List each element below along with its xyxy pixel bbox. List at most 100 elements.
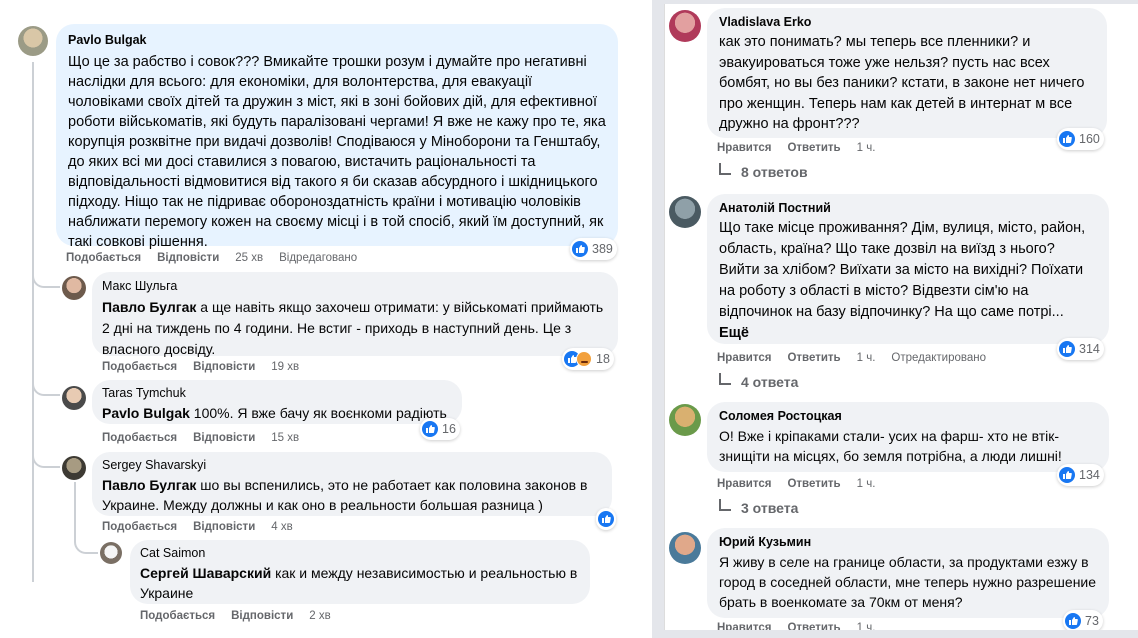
comment-bubble: Макс Шульга Павло Булгак а ще навіть якщ… [92,272,618,357]
timestamp[interactable]: 2 хв [309,610,330,622]
avatar[interactable] [62,386,86,410]
comment-author[interactable]: Юрий Кузьмин [719,534,1097,550]
right-comments-panel: Vladislava Erko как это понимать? мы теп… [664,4,1138,630]
comment-author[interactable]: Cat Saimon [140,545,580,561]
like-button[interactable]: Нравится [717,352,771,364]
timestamp[interactable]: 1 ч. [857,142,876,154]
like-button[interactable]: Подобається [102,432,177,444]
comment-author[interactable]: Vladislava Erko [719,14,1095,30]
comment-body: 100%. Я вже бачу як воєнкоми радіють [189,405,447,421]
comment-actions: Подобається Відповісти 25 хв Відредагова… [66,252,373,264]
comment-text: Pavlo Bulgak 100%. Я вже бачу як воєнком… [102,403,452,423]
thread-elbow [32,372,60,396]
reply-arrow-icon [719,373,731,385]
like-icon [1065,613,1081,629]
reply-maks-shulga: Макс Шульга Павло Булгак а ще навіть якщ… [0,262,652,380]
reaction-count[interactable]: 16 [420,418,460,440]
reply-cat-saimon: Cat Saimon Сергей Шаварский как и между … [0,536,652,638]
mention-link[interactable]: Сергей Шаварский [140,565,271,581]
replies-count: 8 ответов [741,164,808,180]
edited-label[interactable]: Відредаговано [279,252,357,264]
like-button[interactable]: Нравится [717,622,771,630]
comment-anatolii-postnyi: Анатолій Постний Що таке місце проживанн… [665,190,1138,396]
avatar[interactable] [669,404,701,436]
comment-actions: Нравится Ответить 1 ч. [717,142,891,154]
reply-arrow-icon [719,499,731,511]
avatar[interactable] [669,196,701,228]
reply-button[interactable]: Ответить [787,352,840,364]
like-icon [1059,341,1075,357]
timestamp[interactable]: 1 ч. [857,478,876,490]
like-button[interactable]: Подобається [102,521,177,533]
comment-vladislava-erko: Vladislava Erko как это понимать? мы теп… [665,4,1138,190]
avatar[interactable] [669,532,701,564]
reaction-number: 314 [1079,342,1100,356]
avatar[interactable] [669,10,701,42]
reply-arrow-icon [719,163,731,175]
like-button[interactable]: Нравится [717,478,771,490]
reaction-count[interactable] [596,508,616,530]
like-button[interactable]: Нравится [717,142,771,154]
timestamp[interactable]: 1 ч. [857,352,876,364]
comment-bubble: Cat Saimon Сергей Шаварский как и между … [130,540,590,604]
reply-button[interactable]: Відповісти [231,610,293,622]
avatar[interactable] [100,542,122,564]
avatar[interactable] [62,456,86,480]
see-more-link[interactable]: Ещё [719,325,749,341]
timestamp[interactable]: 19 хв [271,361,299,373]
reaction-count[interactable]: 314 [1057,338,1104,360]
reply-button[interactable]: Відповісти [157,252,219,264]
comment-text: как это понимать? мы теперь все пленники… [719,34,1085,132]
comment-author[interactable]: Анатолій Постний [719,200,1097,216]
like-button[interactable]: Подобається [102,361,177,373]
comment-body: Що таке місце проживання? Дім, вулиця, м… [719,220,1086,320]
edited-label[interactable]: Отредактировано [891,352,986,364]
reaction-count[interactable]: 73 [1063,610,1103,630]
timestamp[interactable]: 1 ч. [857,622,876,630]
reply-button[interactable]: Відповісти [193,361,255,373]
like-icon [572,241,588,257]
reply-button[interactable]: Ответить [787,478,840,490]
thread-elbow [32,262,60,288]
reply-button[interactable]: Ответить [787,622,840,630]
comment-text: Що це за рабство і совок??? Вмикайте тро… [68,54,606,250]
comment-author[interactable]: Соломея Ростоцкая [719,408,1097,424]
avatar[interactable] [62,276,86,300]
timestamp[interactable]: 15 хв [271,432,299,444]
comment-author[interactable]: Taras Tymchuk [102,385,452,401]
comment-bubble: Юрий Кузьмин Я живу в селе на границе об… [707,528,1109,618]
like-button[interactable]: Подобається [66,252,141,264]
comment-author[interactable]: Макс Шульга [102,278,608,294]
reaction-number: 18 [596,352,610,366]
comment-author[interactable]: Sergey Shavarskyi [102,457,602,473]
comment-text: Павло Булгак а ще навіть якщо захочеш от… [102,297,608,360]
thread-elbow [74,536,98,554]
timestamp[interactable]: 25 хв [235,252,263,264]
angry-icon [576,351,592,367]
comment-actions: Нравится Ответить 1 ч. Отредактировано [717,352,1002,364]
timestamp[interactable]: 4 хв [271,521,292,533]
mention-link[interactable]: Павло Булгак [102,299,196,315]
mention-link[interactable]: Pavlo Bulgak [102,405,190,421]
reply-sergey-shavarskyi: Sergey Shavarskyi Павло Булгак шо вы всп… [0,444,652,540]
reaction-number: 389 [592,242,613,256]
reply-button[interactable]: Відповісти [193,521,255,533]
comment-author[interactable]: Pavlo Bulgak [68,32,606,48]
reply-button[interactable]: Відповісти [193,432,255,444]
reaction-count[interactable]: 134 [1057,464,1104,486]
view-replies-link[interactable]: 3 ответа [719,499,798,516]
view-replies-link[interactable]: 8 ответов [719,163,808,180]
comment-bubble: Vladislava Erko как это понимать? мы теп… [707,8,1107,138]
reaction-count[interactable]: 389 [570,238,617,260]
reaction-count[interactable]: 18 [562,348,614,370]
avatar[interactable] [18,26,48,56]
reaction-number: 134 [1079,468,1100,482]
reaction-number: 160 [1079,132,1100,146]
reply-button[interactable]: Ответить [787,142,840,154]
comment-actions: Подобається Відповісти 4 хв [102,521,309,533]
reaction-count[interactable]: 160 [1057,128,1104,150]
like-button[interactable]: Подобається [140,610,215,622]
view-replies-link[interactable]: 4 ответа [719,373,798,390]
comment-actions: Подобається Відповісти 2 хв [140,610,347,622]
mention-link[interactable]: Павло Булгак [102,477,196,493]
